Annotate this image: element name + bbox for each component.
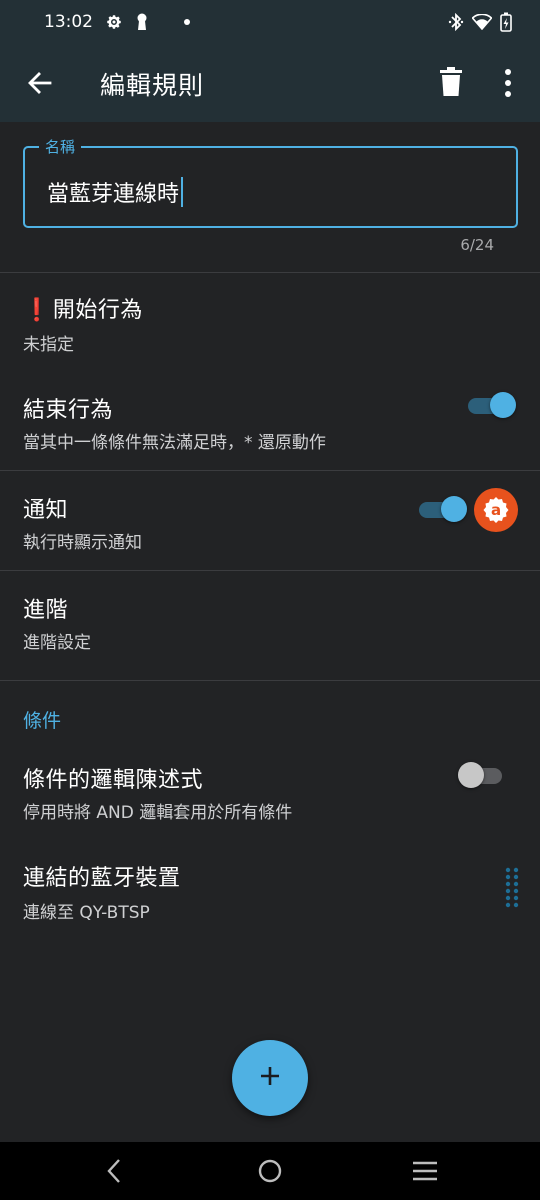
condition-logic-toggle[interactable]	[458, 762, 504, 788]
end-action-toggle[interactable]	[468, 392, 516, 418]
row-condition-logic[interactable]: 條件的邏輯陳述式 停用時將 AND 邏輯套用於所有條件	[0, 746, 540, 846]
name-field[interactable]: 名稱 當藍芽連線時	[23, 136, 518, 228]
row-start-action[interactable]: ❗開始行為 未指定	[0, 272, 540, 372]
row-advanced-subtitle: 進階設定	[23, 633, 91, 653]
keyhole-icon	[135, 13, 149, 31]
add-condition-button[interactable]	[232, 1040, 308, 1116]
name-input[interactable]: 當藍芽連線時	[47, 176, 184, 208]
row-advanced-title: 進階	[23, 598, 69, 623]
row-start-action-subtitle: 未指定	[23, 335, 74, 355]
app-bar: 編輯規則	[0, 44, 540, 122]
row-notification[interactable]: 通知 執行時顯示通知	[0, 470, 540, 570]
row-bluetooth-device-title: 連結的藍牙裝置	[23, 866, 181, 891]
row-end-action-subtitle: 當其中一條條件無法滿足時，* 還原動作	[23, 433, 326, 453]
name-field-label: 名稱	[39, 136, 82, 157]
dot-icon	[183, 18, 191, 26]
row-start-action-title: ❗開始行為	[23, 298, 143, 323]
trash-icon[interactable]	[438, 66, 464, 98]
nav-home-icon[interactable]	[258, 1159, 282, 1183]
notification-app-badge-icon[interactable]: a	[474, 488, 518, 532]
more-vert-icon[interactable]	[498, 68, 518, 98]
row-bluetooth-device-subtitle: 連線至 QY-BTSP	[23, 903, 150, 923]
drag-handle-icon[interactable]	[504, 866, 520, 910]
row-condition-logic-title: 條件的邏輯陳述式	[23, 768, 204, 793]
row-condition-logic-subtitle: 停用時將 AND 邏輯套用於所有條件	[23, 803, 293, 823]
row-end-action[interactable]: 結束行為 當其中一條條件無法滿足時，* 還原動作	[0, 372, 540, 470]
navigation-bar	[0, 1142, 540, 1200]
row-advanced[interactable]: 進階 進階設定	[0, 570, 540, 680]
plus-icon	[259, 1065, 281, 1091]
gear-icon	[105, 13, 123, 31]
text-caret	[181, 177, 184, 207]
char-counter: 6/24	[460, 236, 494, 254]
arrow-back-icon[interactable]	[24, 67, 56, 99]
row-bluetooth-device[interactable]: 連結的藍牙裝置 連線至 QY-BTSP	[0, 846, 540, 936]
bluetooth-icon	[448, 13, 464, 31]
nav-recents-icon[interactable]	[412, 1161, 438, 1181]
row-notification-title: 通知	[23, 498, 69, 523]
notification-toggle[interactable]	[419, 496, 467, 522]
divider	[0, 680, 540, 681]
battery-charging-icon	[500, 12, 512, 32]
warning-icon: ❗	[23, 298, 51, 323]
status-bar: 13:02	[0, 0, 540, 44]
svg-text:a: a	[491, 501, 501, 519]
status-time: 13:02	[44, 12, 93, 32]
page-title: 編輯規則	[100, 71, 205, 100]
row-end-action-title: 結束行為	[23, 398, 114, 423]
section-header-conditions: 條件	[23, 710, 62, 732]
nav-back-icon[interactable]	[104, 1158, 124, 1184]
name-input-value: 當藍芽連線時	[47, 182, 180, 207]
wifi-icon	[472, 14, 492, 30]
row-notification-subtitle: 執行時顯示通知	[23, 533, 142, 553]
